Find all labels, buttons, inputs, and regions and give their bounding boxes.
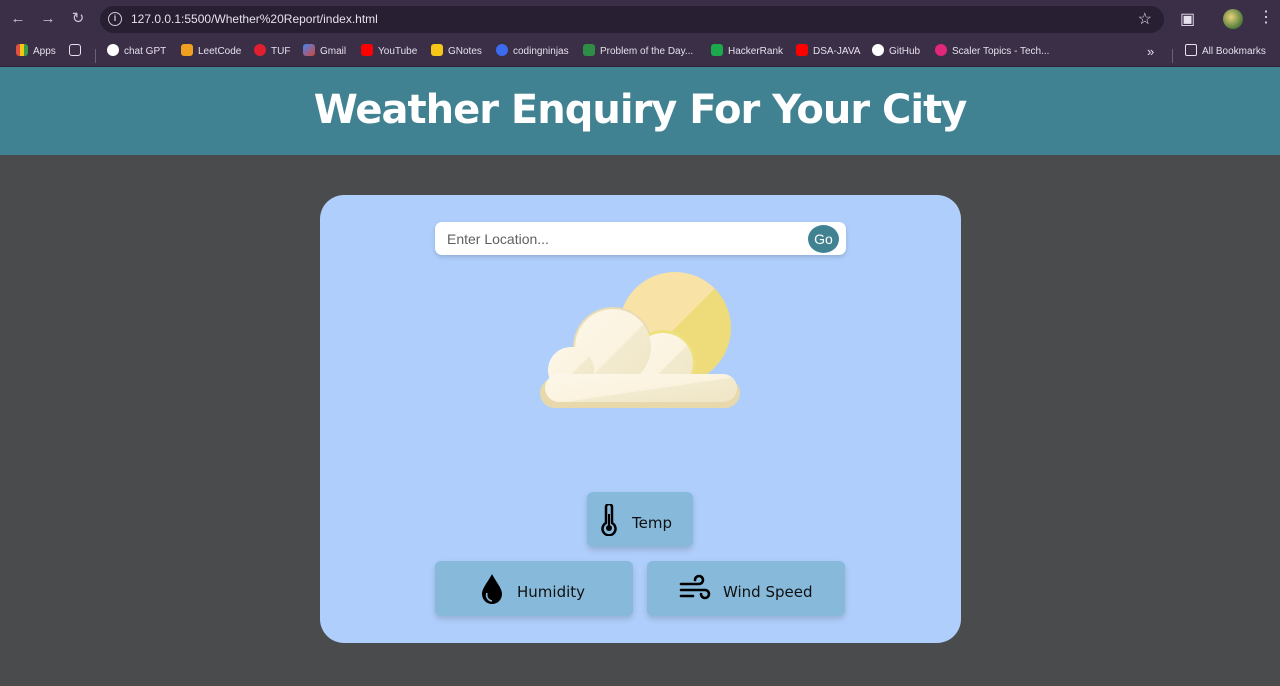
forward-button[interactable]: →: [38, 9, 58, 29]
bookmark-gmail[interactable]: Gmail: [303, 44, 346, 60]
gmail-icon: [303, 44, 315, 56]
browser-toolbar: ← → ↻ i 127.0.0.1:5500/Whether%20Report/…: [0, 0, 1280, 38]
apps-grid-icon: [16, 44, 28, 56]
bookmark-apps[interactable]: Apps: [16, 44, 56, 60]
url-text[interactable]: 127.0.0.1:5500/Whether%20Report/index.ht…: [131, 12, 378, 26]
location-input[interactable]: [447, 228, 802, 250]
water-drop-icon: [482, 574, 502, 604]
back-button[interactable]: ←: [8, 9, 28, 29]
bookmark-tuf[interactable]: TUF: [254, 44, 290, 60]
weather-card: Go: [320, 195, 961, 643]
bookmarks-divider: [95, 49, 96, 63]
bookmark-scaler-topics[interactable]: Scaler Topics - Tech...: [935, 44, 1049, 60]
bookmark-chatgpt[interactable]: chat GPT: [107, 44, 166, 60]
temp-card: Temp: [587, 492, 693, 547]
bookmark-github[interactable]: GitHub: [872, 44, 920, 60]
wind-speed-label: Wind Speed: [723, 583, 813, 601]
chatgpt-icon: [107, 44, 119, 56]
site-info-icon[interactable]: i: [108, 12, 122, 26]
partly-cloudy-icon: [540, 272, 740, 408]
bookmarks-bar: Apps chat GPT LeetCode TUF Gmail YouTube…: [0, 38, 1280, 67]
scaler-icon: [935, 44, 947, 56]
menu-dots-icon[interactable]: ⋮: [1258, 8, 1274, 28]
github-icon: [872, 44, 884, 56]
bookmark-leetcode[interactable]: LeetCode: [181, 44, 241, 60]
bookmark-dsa-java[interactable]: DSA-JAVA: [796, 44, 860, 60]
grid-icon: [69, 44, 81, 56]
hackerrank-icon: [711, 44, 723, 56]
page-title: Weather Enquiry For Your City: [313, 87, 968, 133]
bookmark-gnotes[interactable]: GNotes: [431, 44, 482, 60]
site-header: Weather Enquiry For Your City: [0, 67, 1280, 155]
humidity-label: Humidity: [517, 583, 586, 601]
codingninjas-icon: [496, 44, 508, 56]
bookmark-hackerrank[interactable]: HackerRank: [711, 44, 783, 60]
folder-icon: [1185, 44, 1197, 56]
bookmark-youtube[interactable]: YouTube: [361, 44, 417, 60]
bookmark-problem-of-the-day[interactable]: Problem of the Day...: [583, 44, 693, 60]
tuf-icon: [254, 44, 266, 56]
address-bar[interactable]: i 127.0.0.1:5500/Whether%20Report/index.…: [100, 6, 1164, 33]
leetcode-icon: [181, 44, 193, 56]
reload-button[interactable]: ↻: [68, 9, 88, 29]
bookmarks-overflow-button[interactable]: »: [1147, 44, 1154, 60]
youtube-icon: [796, 44, 808, 56]
profile-avatar[interactable]: [1223, 9, 1243, 29]
search-bar: Go: [435, 222, 846, 255]
tab-groups-button[interactable]: [69, 44, 86, 60]
youtube-icon: [361, 44, 373, 56]
go-button[interactable]: Go: [808, 225, 839, 253]
wind-icon: [679, 574, 711, 600]
temp-label: Temp: [632, 514, 672, 532]
bookmark-codingninjas[interactable]: codingninjas: [496, 44, 569, 60]
bookmarks-divider-2: [1172, 49, 1173, 63]
gfg-icon: [583, 44, 595, 56]
extensions-icon[interactable]: ▣: [1180, 9, 1195, 29]
gnotes-icon: [431, 44, 443, 56]
wind-speed-card: Wind Speed: [647, 561, 845, 616]
bookmark-star-icon[interactable]: ☆: [1138, 9, 1152, 29]
humidity-card: Humidity: [435, 561, 633, 616]
all-bookmarks-button[interactable]: All Bookmarks: [1185, 44, 1266, 60]
thermometer-icon: [601, 504, 617, 536]
